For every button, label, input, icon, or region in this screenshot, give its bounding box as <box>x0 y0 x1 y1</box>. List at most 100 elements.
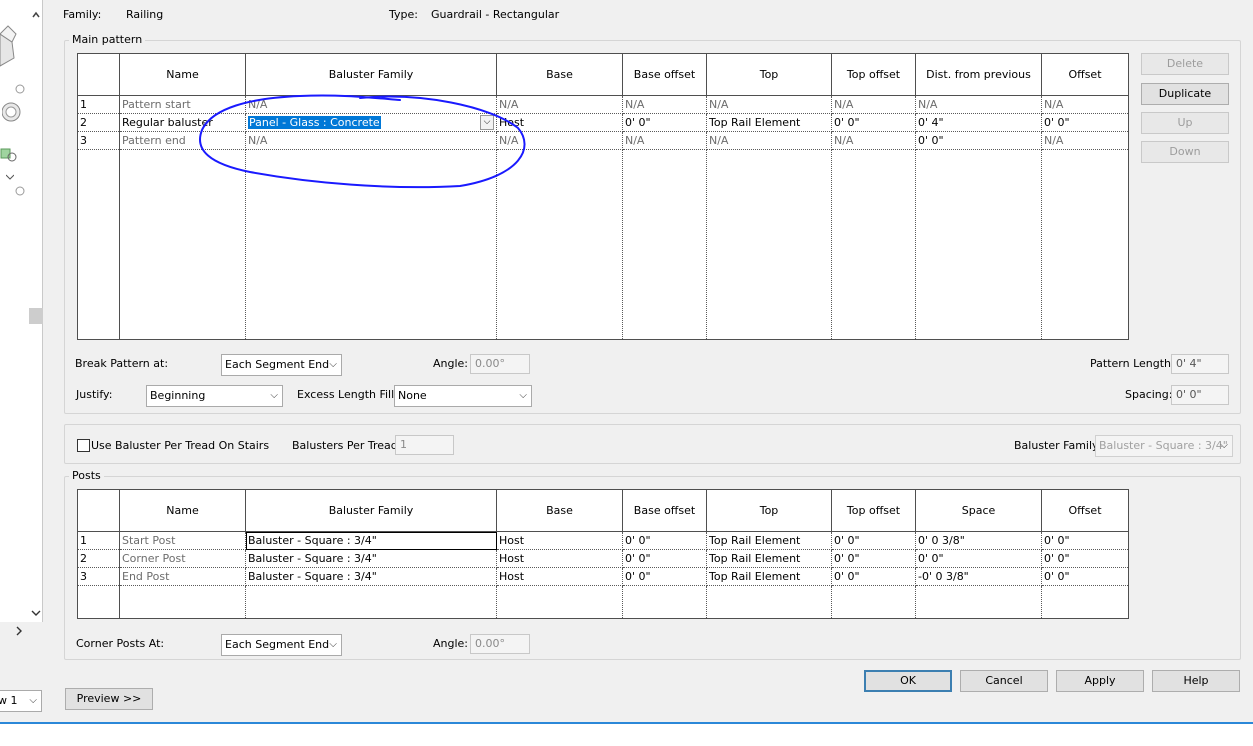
row-number[interactable]: 1 <box>77 531 120 550</box>
expand-right-arrow-icon[interactable] <box>14 625 24 637</box>
cell-dist[interactable]: 0' 4" <box>915 113 1042 132</box>
pattern-length-label: Pattern Length: <box>1090 357 1175 370</box>
posts-angle-field[interactable]: 0.00° <box>470 634 530 654</box>
column-header-base: Base <box>496 489 623 532</box>
excess-length-select[interactable]: None ⌵ <box>394 385 532 407</box>
cell-base-offset[interactable]: 0' 0" <box>622 567 707 586</box>
column-header-space: Space <box>915 489 1042 532</box>
justify-value: Beginning <box>150 389 206 402</box>
ok-button[interactable]: OK <box>864 670 952 692</box>
cell-offset[interactable]: 0' 0" <box>1041 113 1129 132</box>
table-row[interactable]: 3 End Post Baluster - Square : 3/4" Host… <box>77 567 1129 586</box>
up-button[interactable]: Up <box>1141 112 1229 134</box>
preview-button[interactable]: Preview >> <box>65 688 153 710</box>
column-header-top: Top <box>706 489 832 532</box>
chevron-down-icon: ⌵ <box>1220 440 1228 451</box>
cell-top[interactable]: N/A <box>706 95 832 114</box>
cell-top[interactable]: Top Rail Element <box>706 531 832 550</box>
cell-dist[interactable]: 0' 0" <box>915 131 1042 150</box>
annotation-circle-drawing <box>199 94 526 189</box>
cell-name: Start Post <box>119 531 246 550</box>
cell-top[interactable]: Top Rail Element <box>706 567 832 586</box>
cell-base[interactable]: Host <box>496 567 623 586</box>
baluster-per-tread-label: Use Baluster Per Tread On Stairs <box>91 439 270 452</box>
row-number[interactable]: 2 <box>77 113 120 132</box>
close-small-icon[interactable] <box>15 84 25 94</box>
scrollbar-thumb[interactable] <box>29 308 43 324</box>
view-combo[interactable]: w 1 ⌵ <box>0 690 42 712</box>
cell-offset[interactable]: 0' 0" <box>1041 549 1129 568</box>
row-number[interactable]: 3 <box>77 131 120 150</box>
view-cube-icon[interactable] <box>0 22 18 68</box>
column-header-offset: Offset <box>1041 489 1129 532</box>
collapse-arrow-icon[interactable] <box>31 10 41 20</box>
delete-button[interactable]: Delete <box>1141 53 1229 75</box>
type-label: Type: <box>389 8 418 21</box>
spacing-field[interactable]: 0' 0" <box>1171 385 1229 405</box>
cell-offset[interactable]: 0' 0" <box>1041 567 1129 586</box>
cell-space[interactable]: 0' 0" <box>915 549 1042 568</box>
left-side-panel: w 1 ⌵ <box>0 0 56 746</box>
zoom-region-icon[interactable] <box>0 145 20 165</box>
posts-angle-label: Angle: <box>433 637 469 650</box>
angle-label: Angle: <box>433 357 469 370</box>
cell-top-offset[interactable]: 0' 0" <box>831 567 916 586</box>
duplicate-button[interactable]: Duplicate <box>1141 83 1229 105</box>
chevron-down-icon: ⌵ <box>270 390 278 401</box>
break-pattern-select[interactable]: Each Segment End ⌵ <box>221 354 342 376</box>
help-button[interactable]: Help <box>1152 670 1240 692</box>
table-row[interactable]: 2 Corner Post Baluster - Square : 3/4" H… <box>77 549 1129 568</box>
cell-offset[interactable]: 0' 0" <box>1041 531 1129 550</box>
cell-top[interactable]: Top Rail Element <box>706 113 832 132</box>
baluster-per-tread-checkbox[interactable] <box>77 439 90 452</box>
cell-top-offset[interactable]: N/A <box>831 131 916 150</box>
cell-space[interactable]: -0' 0 3/8" <box>915 567 1042 586</box>
cell-base-offset[interactable]: 0' 0" <box>622 113 707 132</box>
cell-base-offset[interactable]: 0' 0" <box>622 549 707 568</box>
balusters-per-tread-field[interactable]: 1 <box>395 435 454 455</box>
cell-offset[interactable]: N/A <box>1041 131 1129 150</box>
stairs-baluster-family-select[interactable]: Baluster - Square : 3/4" ⌵ <box>1095 435 1233 457</box>
excess-length-value: None <box>398 389 427 402</box>
steering-wheel-icon[interactable] <box>2 98 28 128</box>
family-value: Railing <box>126 8 164 21</box>
justify-label: Justify: <box>76 388 113 401</box>
column-header-base-offset: Base offset <box>622 489 707 532</box>
justify-select[interactable]: Beginning ⌵ <box>146 385 283 407</box>
cell-top[interactable]: N/A <box>706 131 832 150</box>
cell-baluster-family[interactable]: Baluster - Square : 3/4" <box>245 531 497 550</box>
balusters-per-tread-label: Balusters Per Tread: <box>292 439 402 452</box>
cell-base-offset[interactable]: 0' 0" <box>622 531 707 550</box>
cell-offset[interactable]: N/A <box>1041 95 1129 114</box>
cell-top-offset[interactable]: 0' 0" <box>831 531 916 550</box>
row-number[interactable]: 3 <box>77 567 120 586</box>
close-small-icon-2[interactable] <box>15 186 25 196</box>
cell-base-offset[interactable]: N/A <box>622 131 707 150</box>
cell-top[interactable]: Top Rail Element <box>706 549 832 568</box>
posts-label: Posts <box>69 469 104 482</box>
cell-base[interactable]: Host <box>496 531 623 550</box>
apply-button[interactable]: Apply <box>1056 670 1144 692</box>
pattern-length-field: 0' 4" <box>1171 354 1229 374</box>
cell-space[interactable]: 0' 0 3/8" <box>915 531 1042 550</box>
column-header-base-offset: Base offset <box>622 53 707 96</box>
corner-posts-select[interactable]: Each Segment End ⌵ <box>221 634 342 656</box>
cell-top-offset[interactable]: N/A <box>831 95 916 114</box>
row-number[interactable]: 1 <box>77 95 120 114</box>
cell-top-offset[interactable]: 0' 0" <box>831 549 916 568</box>
cell-base[interactable]: Host <box>496 549 623 568</box>
cell-baluster-family[interactable]: Baluster - Square : 3/4" <box>245 549 497 568</box>
chevron-down-icon: ⌵ <box>29 695 37 706</box>
cell-baluster-family[interactable]: Baluster - Square : 3/4" <box>245 567 497 586</box>
cell-dist[interactable]: N/A <box>915 95 1042 114</box>
row-number[interactable]: 2 <box>77 549 120 568</box>
cell-base-offset[interactable]: N/A <box>622 95 707 114</box>
cancel-button[interactable]: Cancel <box>960 670 1048 692</box>
down-button[interactable]: Down <box>1141 141 1229 163</box>
scroll-down-arrow-icon[interactable] <box>30 608 42 618</box>
chevron-down-icon: ⌵ <box>519 390 527 401</box>
cell-top-offset[interactable]: 0' 0" <box>831 113 916 132</box>
angle-field[interactable]: 0.00° <box>470 354 530 374</box>
dropdown-small-icon[interactable] <box>6 174 14 180</box>
table-row[interactable]: 1 Start Post Baluster - Square : 3/4" Ho… <box>77 531 1129 550</box>
